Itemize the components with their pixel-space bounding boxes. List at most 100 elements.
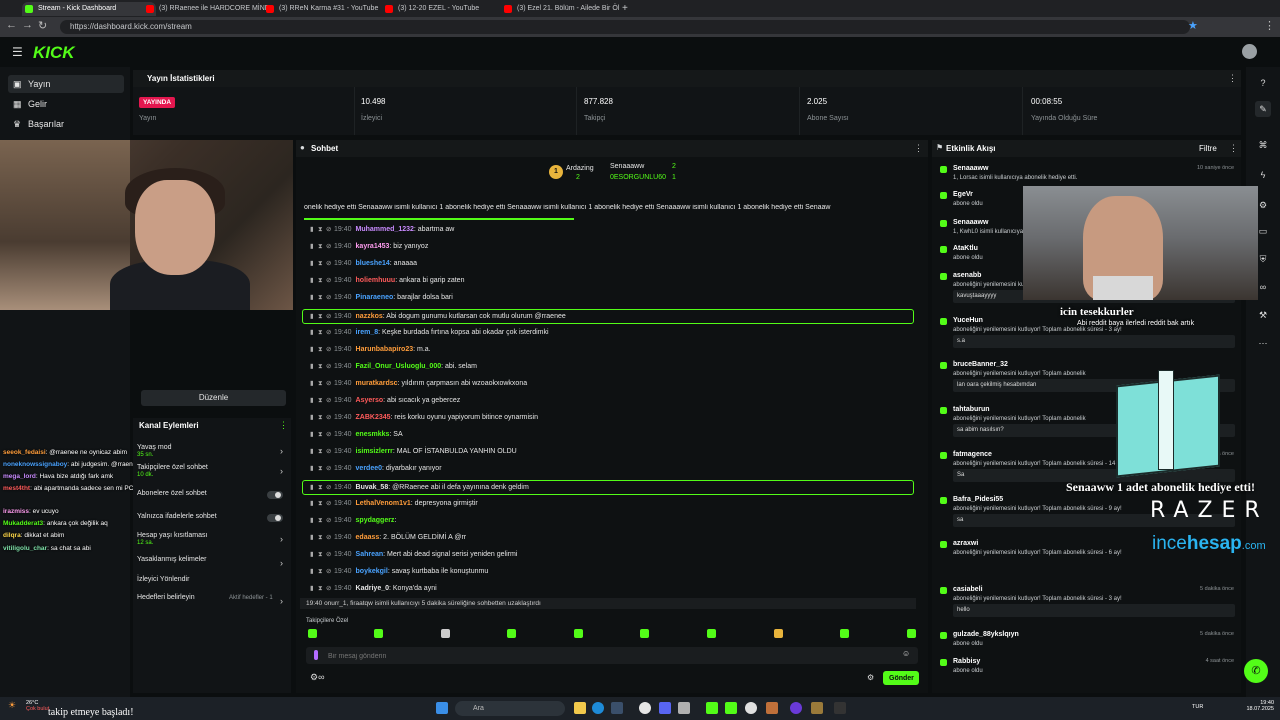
pin-icon[interactable]: ▮	[310, 445, 318, 459]
activity-user[interactable]: Bafra_Pidesi55	[953, 496, 1003, 503]
ban-icon[interactable]: ⊘	[326, 531, 334, 545]
back-icon[interactable]: ←	[6, 19, 17, 31]
activity-user[interactable]: YuceHun	[953, 317, 983, 324]
chat-message[interactable]: ▮ ⧗ ⊘ 19:40 blueshe14: anaaaa	[310, 257, 916, 271]
weather-widget[interactable]: 26°C Çok bulut	[26, 700, 49, 712]
chat-message[interactable]: ▮ ⧗ ⊘ 19:40 nazzkos: Abi dogum gunumu kutlar…	[302, 308, 914, 324]
sidebar-item-gelir[interactable]: ▦ Gelir	[8, 95, 124, 113]
activity-user[interactable]: Rabbisy	[953, 658, 980, 665]
message-user[interactable]: muratkardsc	[356, 380, 398, 387]
timeout-icon[interactable]: ⧗	[318, 428, 326, 442]
sidebar-item-basarilar[interactable]: ♛ Başarılar	[8, 115, 124, 133]
channel-action-item[interactable]: Hesap yaşı kısıtlaması 12 sa. ›	[137, 532, 287, 546]
toggle-switch[interactable]	[267, 514, 283, 522]
timeout-icon[interactable]: ⧗	[318, 310, 326, 323]
pin-icon[interactable]: ▮	[310, 310, 318, 323]
chat-message[interactable]: ▮ ⧗ ⊘ 19:40 Pinaraeneo: barajlar dolsa bari	[310, 291, 916, 305]
pin-icon[interactable]: ▮	[310, 582, 318, 596]
timeout-icon[interactable]: ⧗	[318, 582, 326, 596]
timeout-icon[interactable]: ⧗	[318, 497, 326, 511]
chat-message[interactable]: ▮ ⧗ ⊘ 19:40 enesmkks: SA	[310, 428, 916, 442]
chat-message[interactable]: ▮ ⧗ ⊘ 19:40 Buvak_58: @RRaenee abi il defa y…	[302, 479, 914, 495]
help-icon[interactable]: ?	[1255, 75, 1271, 91]
ban-icon[interactable]: ⊘	[326, 565, 334, 579]
channel-action-item[interactable]: Abonelere özel sohbet	[137, 490, 287, 499]
emote[interactable]	[374, 629, 383, 638]
chat-message[interactable]: ▮ ⧗ ⊘ 19:40 kayra1453: biz yanıyoz	[310, 240, 916, 254]
message-user[interactable]: Kadriye_0	[356, 585, 389, 592]
message-user[interactable]: verdee0	[356, 465, 382, 472]
pin-icon[interactable]: ▮	[310, 394, 318, 408]
app-icon[interactable]	[811, 702, 823, 714]
avatar[interactable]	[1242, 44, 1257, 59]
timeout-icon[interactable]: ⧗	[318, 326, 326, 340]
emote[interactable]	[308, 629, 317, 638]
app-icon[interactable]	[745, 702, 757, 714]
message-user[interactable]: blueshe14	[356, 260, 390, 267]
message-user[interactable]: enesmkks	[356, 431, 390, 438]
chat-message[interactable]: ▮ ⧗ ⊘ 19:40 Fazil_Onur_Usluoglu_000: abi. se…	[310, 360, 916, 374]
pin-icon[interactable]: ▮	[310, 531, 318, 545]
emote[interactable]	[707, 629, 716, 638]
message-user[interactable]: holiemhuuu	[356, 277, 396, 284]
bookmark-star-icon[interactable]: ★	[1188, 19, 1198, 32]
support-chat-icon[interactable]: ✆	[1244, 659, 1268, 683]
windows-start-icon[interactable]	[436, 702, 448, 714]
timeout-icon[interactable]: ⧗	[318, 274, 326, 288]
channel-action-item[interactable]: Yalnızca ifadelerle sohbet	[137, 513, 287, 522]
ban-icon[interactable]: ⊘	[326, 497, 334, 511]
message-user[interactable]: Pinaraeneo	[356, 294, 394, 301]
message-user[interactable]: Buvak_58	[356, 484, 389, 491]
browser-menu-icon[interactable]: ⋮	[1264, 19, 1275, 32]
emote[interactable]	[907, 629, 916, 638]
obs-icon[interactable]	[790, 702, 802, 714]
wrench-icon[interactable]: ⚒	[1255, 307, 1271, 323]
taskbar-search[interactable]: Ara	[455, 701, 565, 716]
app-icon[interactable]	[678, 702, 690, 714]
pin-icon[interactable]: ▮	[310, 462, 318, 476]
pin-icon[interactable]: ▮	[310, 326, 318, 340]
stats-more-icon[interactable]: ⋮	[1228, 73, 1237, 84]
activity-user[interactable]: EgeVr	[953, 191, 973, 198]
timeout-icon[interactable]: ⧗	[318, 291, 326, 305]
message-user[interactable]: isimsizlerrr	[356, 448, 393, 455]
sidebar-item-yayin[interactable]: ▣ Yayın	[8, 75, 124, 93]
new-tab-button[interactable]: +	[622, 2, 634, 16]
pin-icon[interactable]: ▮	[310, 497, 318, 511]
message-user[interactable]: edaass	[356, 534, 380, 541]
activity-user[interactable]: asenabb	[953, 272, 981, 279]
activity-user[interactable]: casiabeli	[953, 586, 983, 593]
tab-youtube-2[interactable]: (3) RReN Karma #31 - YouTube	[263, 2, 397, 16]
chat-message[interactable]: ▮ ⧗ ⊘ 19:40 verdee0: diyarbakır yanıyor	[310, 462, 916, 476]
pin-icon[interactable]: ▮	[310, 548, 318, 562]
emote[interactable]	[574, 629, 583, 638]
pin-icon[interactable]: ▮	[310, 481, 318, 494]
pin-icon[interactable]: ▮	[310, 291, 318, 305]
ban-icon[interactable]: ⊘	[326, 343, 334, 357]
edge-icon[interactable]	[592, 702, 604, 714]
chat-message[interactable]: ▮ ⧗ ⊘ 19:40 Asyerso: abi sıcacık ya gebercez	[310, 394, 916, 408]
ban-icon[interactable]: ⊘	[326, 360, 334, 374]
chat-message[interactable]: ▮ ⧗ ⊘ 19:40 irem_8: Keşke burdada fırtına ko…	[310, 326, 916, 340]
chat-message[interactable]: ▮ ⧗ ⊘ 19:40 Kadriye_0: Konya'da ayni	[310, 582, 916, 596]
chat-message[interactable]: ▮ ⧗ ⊘ 19:40 isimsizlerrr: MAL OF İSTANBULDA …	[310, 445, 916, 459]
timeout-icon[interactable]: ⧗	[318, 531, 326, 545]
chat-message[interactable]: ▮ ⧗ ⊘ 19:40 Sahrean: Mert abi dead signal se…	[310, 548, 916, 562]
message-user[interactable]: LethalVenom1v1	[356, 500, 411, 507]
discord-icon[interactable]	[659, 702, 671, 714]
pin-icon[interactable]: ▮	[310, 514, 318, 528]
settings-link-icon[interactable]: ⚙∞	[310, 672, 324, 683]
chat-message[interactable]: ▮ ⧗ ⊘ 19:40 Harunbabapiro23: m.a.	[310, 343, 916, 357]
activity-user[interactable]: Senaaaww	[953, 165, 988, 172]
send-button[interactable]: Gönder	[883, 671, 919, 685]
timeout-icon[interactable]: ⧗	[318, 240, 326, 254]
pin-icon[interactable]: ▮	[310, 274, 318, 288]
reload-icon[interactable]: ↻	[38, 19, 47, 32]
steam-icon[interactable]	[611, 702, 623, 714]
pencil-icon[interactable]: ✎	[1255, 101, 1271, 117]
kick-studio-icon[interactable]	[725, 702, 737, 714]
ban-icon[interactable]: ⊘	[326, 481, 334, 494]
kick-app-icon[interactable]	[706, 702, 718, 714]
ban-icon[interactable]: ⊘	[326, 411, 334, 425]
ban-icon[interactable]: ⊘	[326, 548, 334, 562]
